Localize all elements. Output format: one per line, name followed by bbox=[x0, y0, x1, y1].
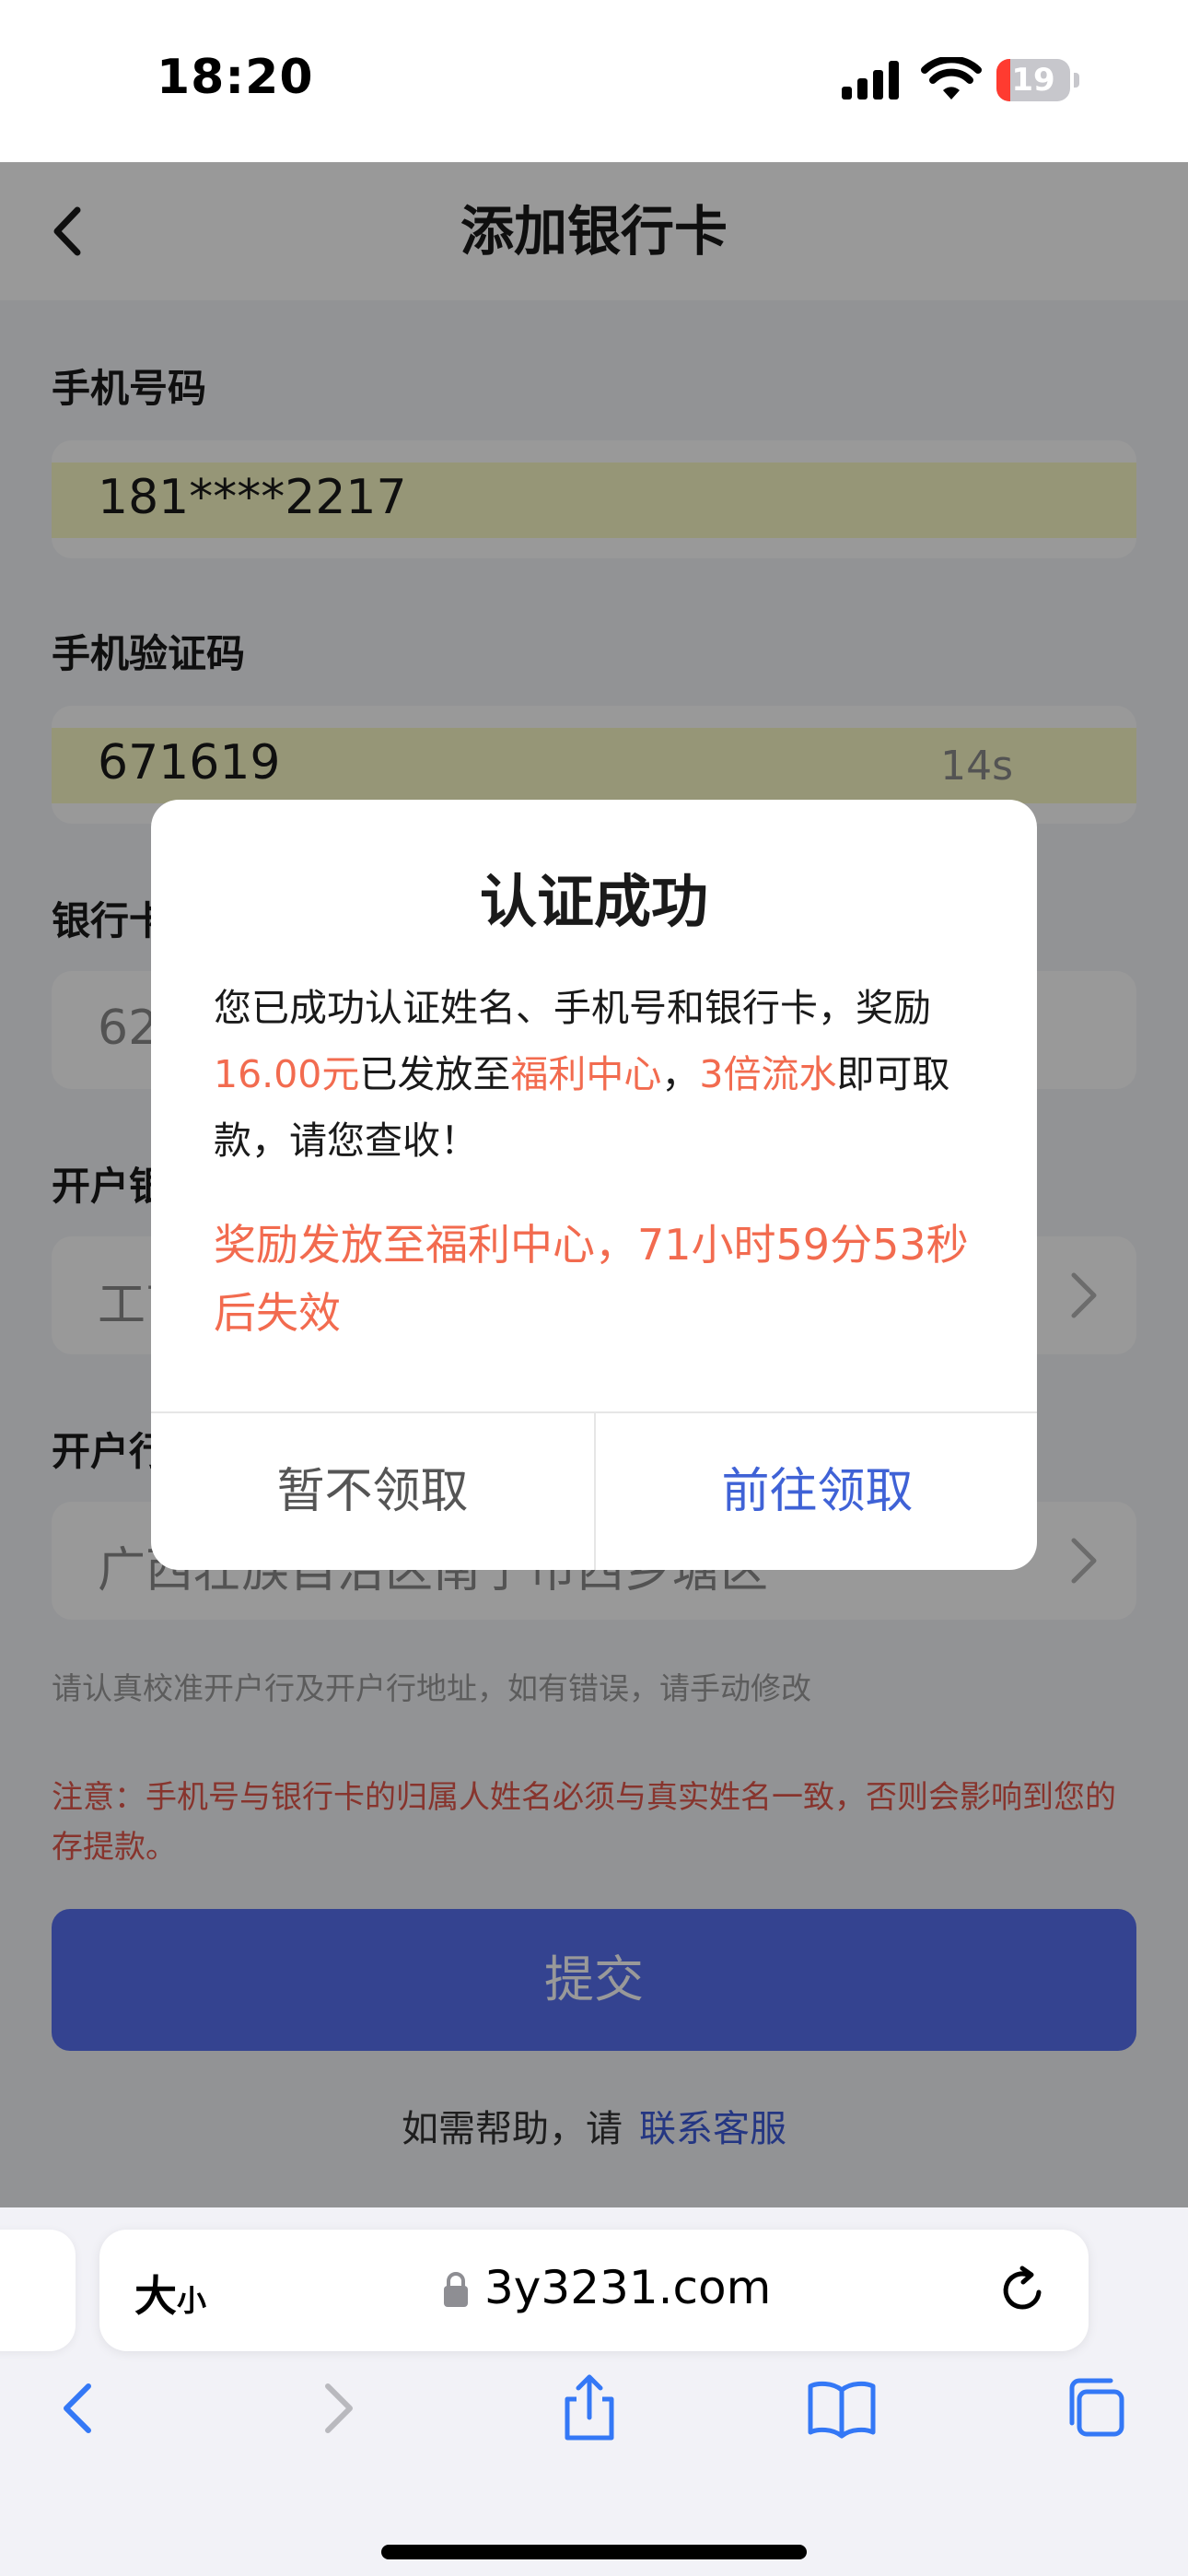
decline-button[interactable]: 暂不领取 bbox=[151, 1413, 594, 1570]
text-size-small: 小 bbox=[177, 2283, 207, 2318]
claim-button[interactable]: 前往领取 bbox=[596, 1413, 1037, 1570]
welfare-center-highlight: 福利中心 bbox=[510, 1052, 662, 1096]
msg-text: 已发放至 bbox=[359, 1052, 511, 1096]
tabs-icon[interactable] bbox=[1057, 2371, 1131, 2445]
back-icon[interactable] bbox=[42, 2371, 116, 2445]
reward-expiry-countdown: 奖励发放至福利中心，71小时59分53秒后失效 bbox=[214, 1220, 969, 1338]
address-bar[interactable]: 大小 3y3231.com bbox=[99, 2230, 1089, 2351]
verification-success-dialog: 认证成功 您已成功认证姓名、手机号和银行卡，奖励 16.00元已发放至福利中心，3… bbox=[151, 800, 1037, 1570]
text-size-large: 大 bbox=[134, 2271, 177, 2321]
dialog-message: 您已成功认证姓名、手机号和银行卡，奖励16.00元已发放至福利中心，3倍流水即可… bbox=[214, 975, 987, 1174]
text-size-button[interactable]: 大小 bbox=[134, 2263, 206, 2324]
browser-toolbar: 大小 3y3231.com bbox=[0, 2207, 1188, 2576]
wifi-icon bbox=[921, 57, 982, 100]
bookmarks-icon[interactable] bbox=[805, 2371, 879, 2445]
dialog-title: 认证成功 bbox=[479, 868, 708, 935]
previous-tab-peek[interactable] bbox=[0, 2230, 76, 2351]
status-time: 18:20 bbox=[157, 50, 314, 105]
status-bar: 18:20 19 bbox=[0, 0, 1188, 162]
reward-amount: 16.00元 bbox=[214, 1052, 360, 1096]
cellular-signal-icon bbox=[842, 61, 899, 100]
reload-icon[interactable] bbox=[996, 2265, 1048, 2316]
battery-cap bbox=[1074, 73, 1079, 88]
share-icon[interactable] bbox=[553, 2371, 626, 2445]
msg-text: 您已成功认证姓名、手机号和银行卡，奖励 bbox=[214, 986, 931, 1030]
turnover-requirement: 3倍流水 bbox=[699, 1052, 837, 1096]
lock-icon bbox=[444, 2272, 468, 2307]
forward-icon[interactable] bbox=[300, 2371, 374, 2445]
battery-indicator: 19 bbox=[996, 59, 1081, 101]
battery-level-text: 19 bbox=[1011, 62, 1055, 99]
msg-text: ， bbox=[661, 1052, 700, 1096]
home-indicator bbox=[381, 2545, 807, 2559]
url-text: 3y3231.com bbox=[484, 2261, 772, 2314]
